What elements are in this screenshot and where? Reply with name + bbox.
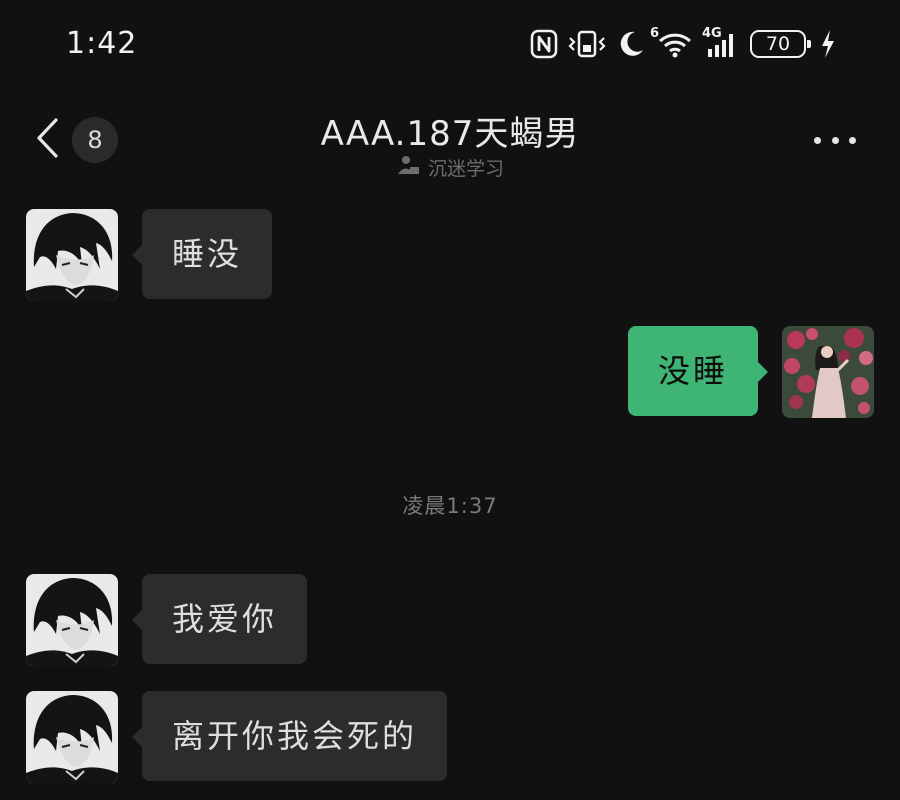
message-row-incoming: 我爱你 <box>26 574 308 666</box>
vibrate-icon <box>568 29 606 59</box>
more-dot <box>849 136 856 144</box>
message-timestamp: 凌晨1:37 <box>402 494 498 518</box>
battery-icon: 70 <box>750 30 811 58</box>
status-time: 1:42 <box>66 26 138 61</box>
message-bubble-incoming[interactable]: 离开你我会死的 <box>131 691 448 781</box>
battery-level: 70 <box>765 33 791 55</box>
wifi-icon: 6 <box>650 27 694 59</box>
more-dot <box>814 136 821 144</box>
nfc-icon <box>530 29 558 59</box>
message-row-incoming: 睡没 <box>26 209 273 301</box>
contact-avatar[interactable] <box>26 574 118 666</box>
message-row-incoming: 离开你我会死的 <box>26 691 448 783</box>
message-bubble-incoming[interactable]: 睡没 <box>131 209 273 299</box>
chat-header: 8 AAA.187天蝎男 沉迷学习 <box>0 96 900 186</box>
network-type-label: 4G <box>702 26 722 41</box>
chat-title: AAA.187天蝎男 <box>320 114 580 154</box>
contact-status: 沉迷学习 <box>0 154 900 181</box>
status-bar: 1:42 6 4G 70 <box>0 0 900 90</box>
message-bubble-outgoing[interactable]: 没睡 <box>627 326 769 416</box>
message-row-outgoing: 没睡 <box>627 326 874 418</box>
message-bubble-incoming[interactable]: 我爱你 <box>131 574 308 664</box>
charging-bolt-icon <box>820 29 836 59</box>
status-icons: 6 4G 70 <box>530 26 836 62</box>
contact-status-text: 沉迷学习 <box>427 158 504 180</box>
my-avatar[interactable] <box>782 326 874 418</box>
contact-avatar[interactable] <box>26 209 118 301</box>
reading-status-icon <box>396 154 420 181</box>
more-dots-icon[interactable] <box>814 132 856 148</box>
wifi-6-badge: 6 <box>650 26 660 41</box>
cellular-signal-icon: 4G <box>702 26 740 59</box>
more-dot <box>831 136 839 144</box>
contact-avatar[interactable] <box>26 691 118 783</box>
do-not-disturb-moon-icon <box>616 29 646 59</box>
